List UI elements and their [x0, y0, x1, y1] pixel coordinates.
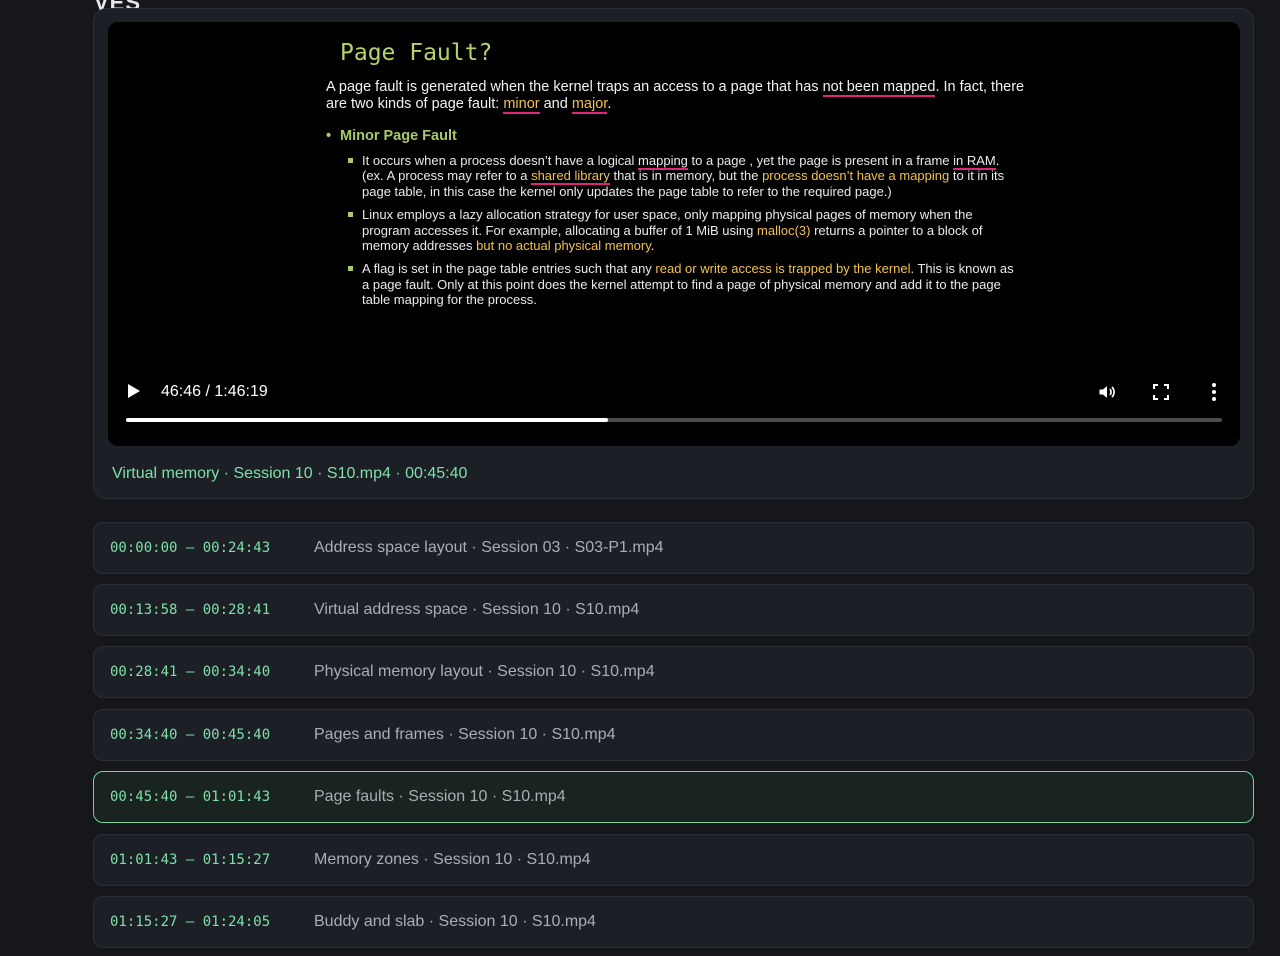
slide-text-run: but no actual physical memory — [476, 238, 651, 254]
video-player[interactable]: Page Fault? A page fault is generated wh… — [108, 22, 1240, 446]
segment-row-active[interactable]: 00:45:40 – 01:01:43 Page faults · Session… — [93, 771, 1254, 823]
progress-bar[interactable] — [126, 418, 1222, 422]
segment-row[interactable]: 00:34:40 – 00:45:40 Pages and frames · Se… — [93, 709, 1254, 761]
fullscreen-icon[interactable] — [1153, 384, 1169, 400]
slide-text-run: not been mapped — [822, 79, 936, 97]
segment-title: Memory zones · Session 10 · S10.mp4 — [314, 851, 591, 868]
progress-bar-fill — [126, 418, 609, 422]
segment-time-range: 00:13:58 – 00:28:41 — [110, 602, 271, 618]
slide-text-run: malloc(3) — [757, 222, 811, 238]
segment-time-range: 00:28:41 – 00:34:40 — [110, 664, 271, 680]
segment-title: Pages and frames · Session 10 · S10.mp4 — [314, 726, 616, 743]
play-icon[interactable] — [128, 384, 140, 398]
video-frame-slide: Page Fault? A page fault is generated wh… — [326, 22, 1026, 362]
segment-title: Address space layout · Session 03 · S03-… — [314, 539, 664, 556]
segment-time-range: 00:45:40 – 01:01:43 — [110, 789, 271, 805]
slide-text-run: and — [539, 96, 572, 112]
slide-text-run: . — [607, 96, 612, 112]
segment-row[interactable]: 00:00:00 – 00:24:43 Address space layout … — [93, 522, 1254, 574]
time-display: 46:46 / 1:46:19 — [161, 383, 268, 400]
volume-icon[interactable] — [1097, 382, 1117, 402]
slide-bullet-text: Minor Page Fault — [340, 128, 457, 144]
segment-title: Physical memory layout · Session 10 · S1… — [314, 663, 655, 680]
segment-row[interactable]: 01:01:43 – 01:15:27 Memory zones · Sessio… — [93, 834, 1254, 886]
slide-text-run: A page fault is generated when the kerne… — [326, 79, 823, 95]
slide-text-run: process doesn’t have a mapping — [762, 168, 950, 184]
slide-text-run: read or write access is trapped by the k… — [655, 261, 911, 277]
segment-row[interactable]: 00:13:58 – 00:28:41 Virtual address space… — [93, 584, 1254, 636]
segment-title: Virtual address space · Session 10 · S10… — [314, 601, 640, 618]
segment-time-range: 01:01:43 – 01:15:27 — [110, 852, 271, 868]
segment-row[interactable]: 01:15:27 – 01:24:05 Buddy and slab · Sess… — [93, 896, 1254, 948]
slide-text-run: minor — [503, 96, 540, 114]
slide-bullet: • Minor Page Fault — [326, 128, 457, 144]
slide-title: Page Fault? — [340, 40, 493, 66]
segment-time-range: 00:34:40 – 00:45:40 — [110, 727, 271, 743]
segment-time-range: 01:15:27 – 01:24:05 — [110, 914, 271, 930]
more-vertical-icon[interactable] — [1208, 382, 1220, 402]
bullet-icon: • — [326, 128, 332, 144]
slide-sub-item: It occurs when a process doesn’t have a … — [348, 153, 1024, 199]
slide-text-run: that is in memory, but the — [609, 168, 763, 184]
segment-row[interactable]: 00:28:41 – 00:34:40 Physical memory layou… — [93, 646, 1254, 698]
slide-text-run: A flag is set in the page table entries … — [362, 261, 656, 277]
slide-text-run: major — [571, 96, 608, 114]
segment-time-range: 00:00:00 – 00:24:43 — [110, 540, 271, 556]
segment-title: Buddy and slab · Session 10 · S10.mp4 — [314, 913, 596, 930]
video-controls: 46:46 / 1:46:19 — [108, 372, 1240, 412]
segment-title: Page faults · Session 10 · S10.mp4 — [314, 788, 566, 805]
slide-sub-list: It occurs when a process doesn’t have a … — [348, 153, 1024, 316]
slide-text-run: to a page , yet the page is present in a… — [687, 153, 954, 168]
now-playing-label: Virtual memory · Session 10 · S10.mp4 · … — [112, 465, 468, 482]
slide-intro: A page fault is generated when the kerne… — [326, 79, 1026, 114]
slide-text-run: . — [650, 238, 655, 254]
slide-sub-item: A flag is set in the page table entries … — [348, 261, 1024, 307]
slide-text-run: It occurs when a process doesn’t have a … — [362, 153, 639, 168]
slide-sub-item: Linux employs a lazy allocation strategy… — [348, 207, 1024, 253]
